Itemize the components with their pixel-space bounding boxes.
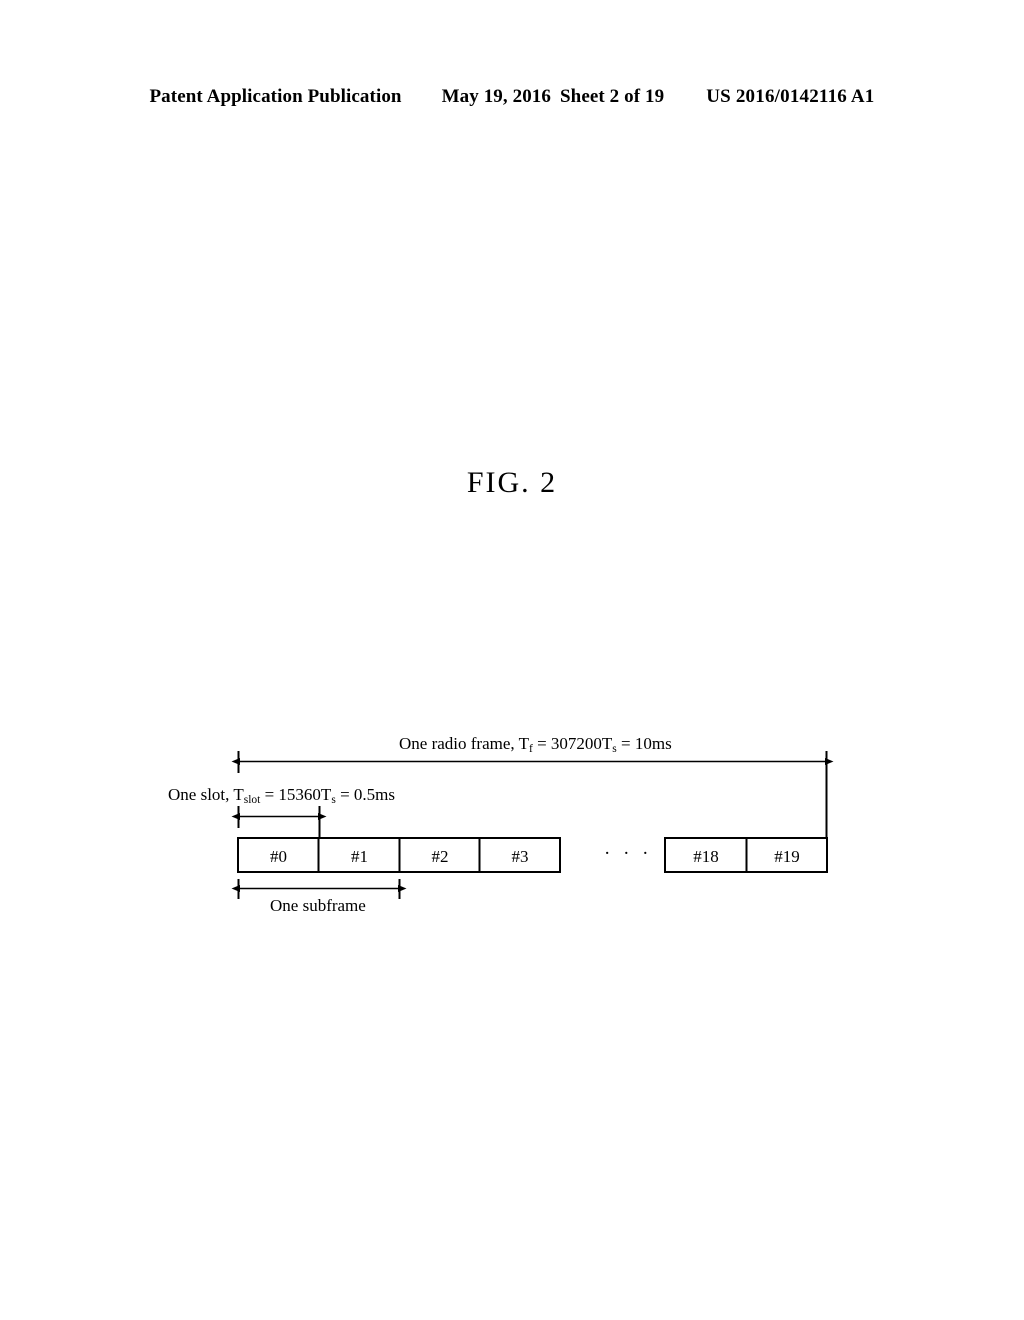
slot-label-sub-s: s (331, 794, 336, 806)
slot-box-label-3: #3 (511, 847, 529, 866)
radio-frame-label-mid: = 307200T (532, 734, 613, 753)
radio-frame-label: One radio frame, Tf = 307200Ts = 10ms (399, 734, 672, 755)
slot-label-prefix: One slot, T (168, 785, 244, 804)
radio-frame-label-sub-s: s (612, 743, 617, 755)
radio-frame-label-sub-f: f (528, 743, 533, 755)
slot-box-label-2: #2 (431, 847, 449, 866)
slot-label-mid: = 15360T (260, 785, 332, 804)
radio-frame-label-suffix: = 10ms (616, 734, 672, 753)
slot-box-label-0: #0 (270, 847, 287, 866)
slot-box-label-18: #18 (693, 847, 719, 866)
slot-label-suffix: = 0.5ms (335, 785, 395, 804)
radio-frame-diagram: One radio frame, Tf = 307200Ts = 10ms On… (0, 0, 1024, 1320)
radio-frame-label-prefix: One radio frame, T (399, 734, 529, 753)
slot-box-label-19: #19 (774, 847, 800, 866)
diagram-vector-layer (231, 751, 834, 899)
slot-ellipsis: · · · (604, 843, 653, 864)
subframe-label: One subframe (270, 896, 366, 915)
slot-box-label-1: #1 (351, 847, 368, 866)
slot-label: One slot, Tslot = 15360Ts = 0.5ms (168, 785, 395, 806)
slot-label-sub-slot: slot (243, 794, 261, 806)
